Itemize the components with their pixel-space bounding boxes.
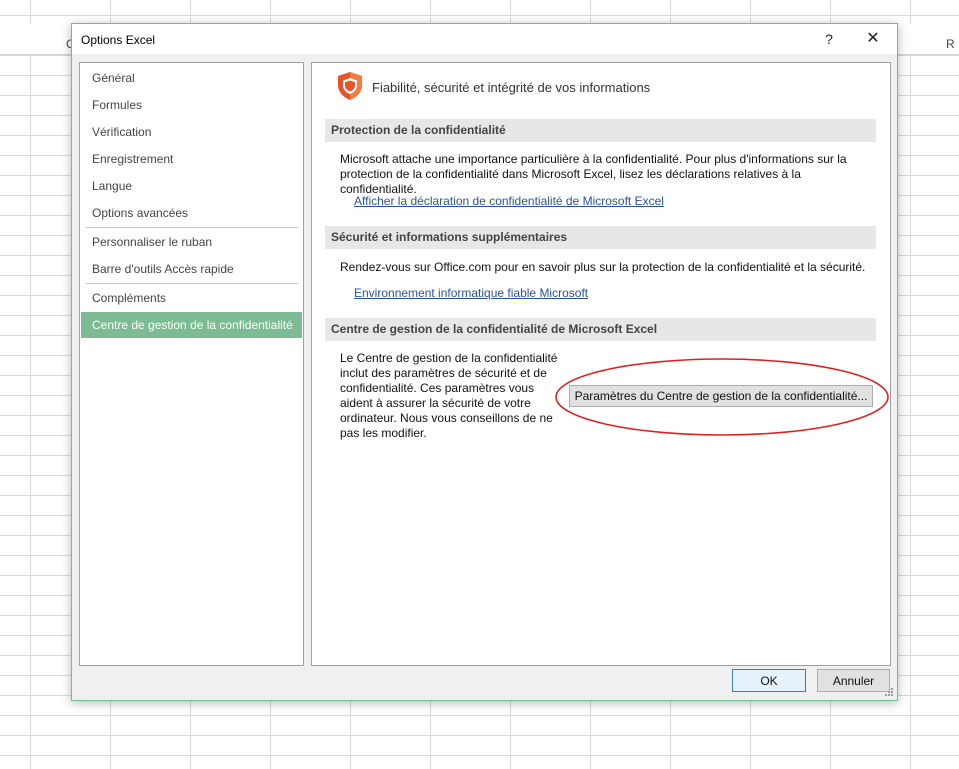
trustworthy-computing-link[interactable]: Environnement informatique fiable Micros…	[354, 286, 588, 300]
nav-item-language[interactable]: Langue	[81, 173, 302, 199]
close-icon: ✕	[866, 30, 880, 47]
nav-item-quick-access-toolbar[interactable]: Barre d'outils Accès rapide	[81, 256, 302, 282]
nav-separator	[86, 227, 298, 228]
nav-item-advanced[interactable]: Options avancées	[81, 200, 302, 226]
section-header-security: Sécurité et informations supplémentaires	[325, 226, 876, 249]
page-title: Fiabilité, sécurité et intégrité de vos …	[372, 80, 651, 95]
resize-grip-icon[interactable]	[882, 687, 894, 699]
column-letter: R	[946, 37, 955, 51]
privacy-description: Microsoft attache une importance particu…	[340, 152, 847, 196]
dialog-title: Options Excel	[81, 33, 156, 47]
nav-item-proofing[interactable]: Vérification	[81, 119, 302, 145]
close-button[interactable]: ✕	[858, 27, 888, 51]
shield-icon	[338, 72, 362, 100]
options-nav: Général Formules Vérification Enregistre…	[79, 62, 304, 666]
nav-item-customize-ribbon[interactable]: Personnaliser le ruban	[81, 229, 302, 255]
security-description: Rendez-vous sur Office.com pour en savoi…	[340, 260, 866, 274]
trust-center-description: Le Centre de gestion de la confidentiali…	[340, 351, 558, 440]
nav-item-trust-center[interactable]: Centre de gestion de la confidentialité	[81, 312, 302, 338]
privacy-statement-link[interactable]: Afficher la déclaration de confidentiali…	[354, 194, 664, 208]
cancel-button[interactable]: Annuler	[817, 669, 890, 692]
trust-center-settings-button[interactable]: Paramètres du Centre de gestion de la co…	[569, 385, 873, 407]
nav-item-add-ins[interactable]: Compléments	[81, 285, 302, 311]
title-bar[interactable]: Options Excel ? ✕	[72, 24, 897, 54]
content-panel: Fiabilité, sécurité et intégrité de vos …	[311, 62, 891, 666]
nav-item-save[interactable]: Enregistrement	[81, 146, 302, 172]
section-header-privacy: Protection de la confidentialité	[325, 119, 876, 142]
section-header-trust-center: Centre de gestion de la confidentialité …	[325, 318, 876, 341]
nav-item-general[interactable]: Général	[81, 65, 302, 91]
nav-separator	[86, 283, 298, 284]
help-button[interactable]: ?	[816, 27, 842, 51]
nav-item-formulas[interactable]: Formules	[81, 92, 302, 118]
ok-button[interactable]: OK	[732, 669, 806, 692]
options-dialog: Options Excel ? ✕ Général Formules Vérif…	[71, 23, 898, 701]
